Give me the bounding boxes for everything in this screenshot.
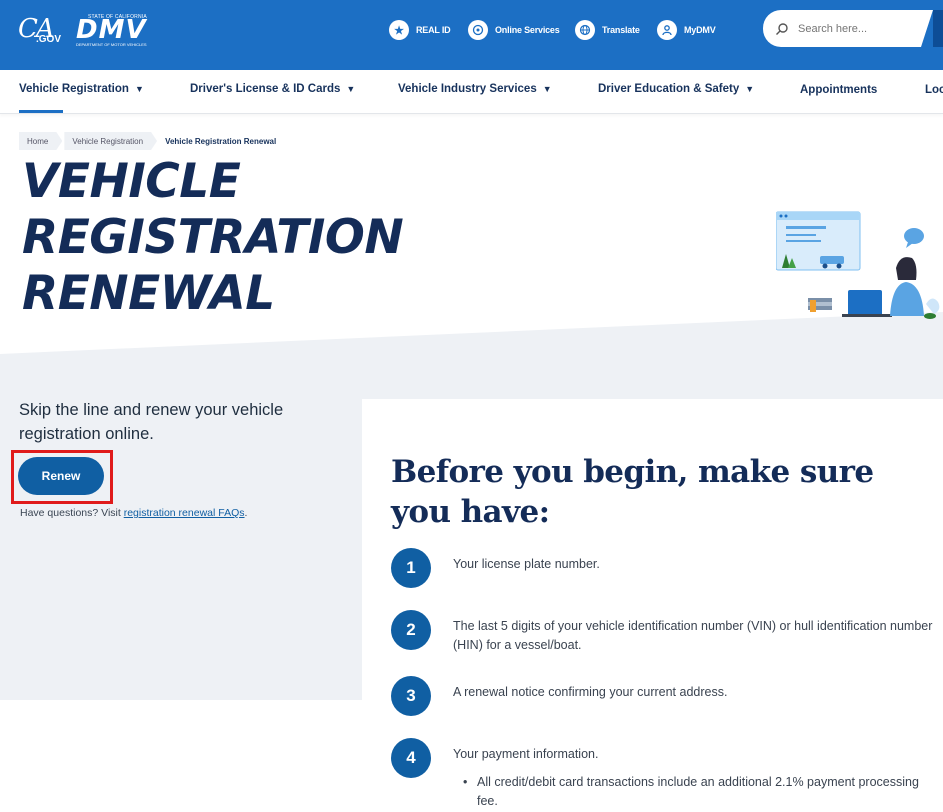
user-icon [657, 20, 677, 40]
payment-fee-bullet: • All credit/debit card transactions inc… [463, 773, 923, 811]
search-submit-button[interactable] [933, 10, 943, 47]
nav-label: Appointments [800, 84, 878, 96]
dmv-logo-dept: DEPARTMENT OF MOTOR VEHICLES [76, 42, 147, 47]
nav-label: Vehicle Registration [19, 83, 129, 95]
breadcrumb-vehicle-registration[interactable]: Vehicle Registration [64, 132, 157, 150]
step-number-badge: 3 [391, 676, 431, 716]
breadcrumb: Home Vehicle Registration Vehicle Regist… [19, 132, 292, 150]
faq-text: Have questions? Visit registration renew… [20, 507, 247, 519]
requirements-heading: Before you begin, make sure you have: [391, 454, 874, 530]
step-number-badge: 4 [391, 738, 431, 778]
dmv-logo[interactable]: STATE OF CALIFORNIA DMV DEPARTMENT OF MO… [74, 14, 158, 48]
renew-button[interactable]: Renew [18, 457, 104, 495]
page-title-line: Vehicle [22, 154, 241, 209]
real-id-label: REAL ID [416, 25, 451, 35]
dmv-logo-mark: DMV [76, 15, 147, 45]
nav-vehicle-industry[interactable]: Vehicle Industry Services ▼ [398, 83, 552, 95]
page-title-line: Registration [22, 210, 404, 265]
nav-label: Vehicle Industry Services [398, 83, 537, 95]
globe-grid-icon [468, 20, 488, 40]
faq-prefix: Have questions? Visit [20, 507, 124, 519]
gov-logo-text: .GOV [36, 34, 62, 45]
nav-active-indicator [19, 110, 63, 113]
translate-label: Translate [602, 25, 640, 35]
chevron-down-icon: ▼ [346, 84, 356, 94]
faq-suffix: . [244, 507, 248, 519]
nav-vehicle-registration[interactable]: Vehicle Registration ▼ [19, 83, 144, 95]
search-input[interactable] [798, 22, 918, 35]
site-header: CA .GOV STATE OF CALIFORNIA DMV DEPARTME… [0, 0, 943, 70]
online-services-link[interactable]: Online Services [468, 18, 560, 42]
bullet-text: All credit/debit card transactions inclu… [477, 775, 919, 808]
person-at-computer-illustration [776, 211, 940, 319]
translate-link[interactable]: Translate [575, 18, 640, 42]
registration-faq-link[interactable]: registration renewal FAQs [124, 507, 245, 519]
nav-driver-education[interactable]: Driver Education & Safety ▼ [598, 83, 754, 95]
nav-label: Driver Education & Safety [598, 83, 740, 95]
chevron-down-icon: ▼ [745, 84, 755, 94]
chevron-down-icon: ▼ [542, 84, 552, 94]
bullet-dot-icon: • [463, 775, 468, 789]
mydmv-link[interactable]: MyDMV [657, 18, 716, 42]
nav-locations[interactable]: Loc [925, 84, 943, 96]
nav-label: Loc [925, 84, 943, 96]
translate-globe-icon [575, 20, 595, 40]
search-icon [775, 22, 789, 36]
real-id-link[interactable]: ★ REAL ID [389, 18, 451, 42]
breadcrumb-home[interactable]: Home [19, 132, 62, 150]
chevron-down-icon: ▼ [134, 84, 144, 94]
page-title: Vehicle Registration Renewal [22, 154, 442, 322]
step-number-badge: 2 [391, 610, 431, 650]
step-text: Your license plate number. [453, 557, 600, 571]
page-title-line: Renewal [22, 266, 275, 321]
mydmv-label: MyDMV [684, 25, 716, 35]
breadcrumb-current: Vehicle Registration Renewal [165, 136, 277, 146]
main-nav: Vehicle Registration ▼ Driver's License &… [0, 70, 943, 114]
step-text: The last 5 digits of your vehicle identi… [453, 619, 933, 652]
ca-gov-logo[interactable]: CA .GOV [18, 14, 62, 50]
online-services-label: Online Services [495, 25, 560, 35]
nav-label: Driver's License & ID Cards [190, 83, 341, 95]
step-text: A renewal notice confirming your current… [453, 685, 728, 699]
renew-intro-text: Skip the line and renew your vehicle reg… [19, 401, 284, 443]
nav-drivers-license[interactable]: Driver's License & ID Cards ▼ [190, 83, 355, 95]
star-icon: ★ [389, 20, 409, 40]
nav-appointments[interactable]: Appointments [800, 84, 877, 96]
search-box[interactable] [763, 10, 943, 47]
step-text: Your payment information. [453, 747, 599, 761]
step-number-badge: 1 [391, 548, 431, 588]
